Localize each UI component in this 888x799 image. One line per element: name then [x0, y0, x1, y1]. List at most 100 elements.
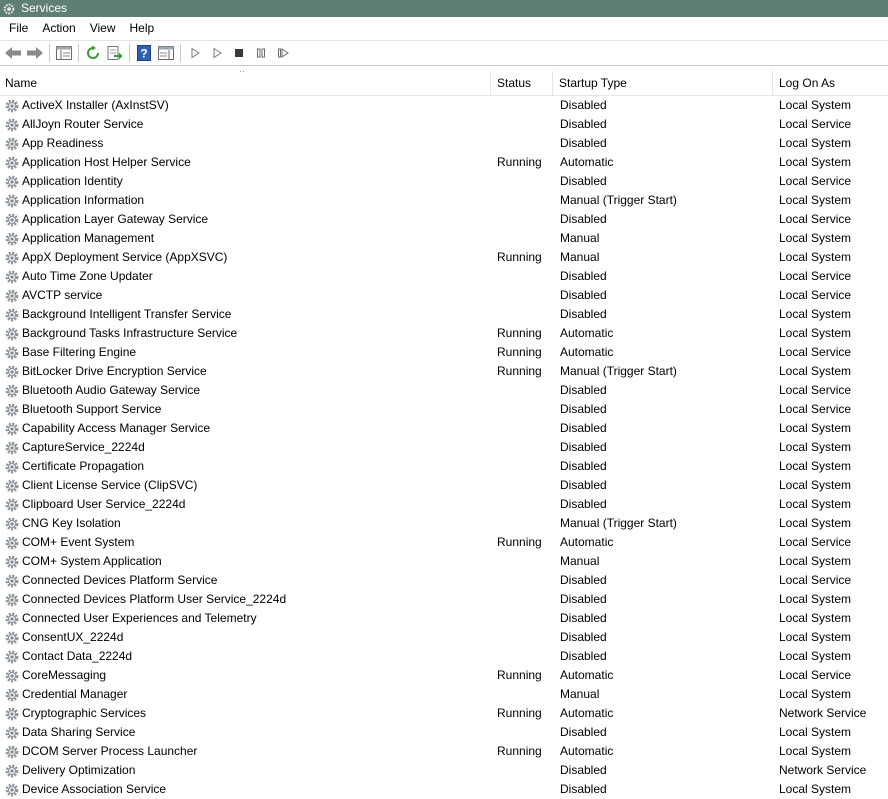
menu-file[interactable]: File — [2, 17, 35, 40]
service-log-on-as: Local System — [779, 155, 852, 169]
column-header-log-on-as[interactable]: Log On As — [774, 71, 888, 96]
table-row[interactable]: Contact Data_2224d Disabled Local System — [0, 647, 888, 666]
table-row[interactable]: CNG Key Isolation Manual (Trigger Start) L… — [0, 514, 888, 533]
table-row[interactable]: Cryptographic Services Running Automatic Ne… — [0, 704, 888, 723]
table-row[interactable]: AppX Deployment Service (AppXSVC) Running… — [0, 248, 888, 267]
service-startup-type: Disabled — [560, 288, 607, 302]
table-row[interactable]: Credential Manager Manual Local System — [0, 685, 888, 704]
table-row[interactable]: Connected Devices Platform Service Disabl… — [0, 571, 888, 590]
table-row[interactable]: COM+ Event System Running Automatic Local S… — [0, 533, 888, 552]
service-status — [497, 609, 553, 628]
forward-button[interactable] — [24, 43, 46, 63]
service-status: Running — [497, 155, 542, 169]
service-name-cell: CNG Key Isolation — [4, 514, 490, 533]
table-row[interactable]: ConsentUX_2224d Disabled Local System — [0, 628, 888, 647]
services-list[interactable]: Name ^ Status Startup Type Log On As Act… — [0, 71, 888, 799]
table-row[interactable]: Background Tasks Infrastructure Service R… — [0, 324, 888, 343]
export-list-button[interactable] — [104, 43, 126, 63]
service-name: Base Filtering Engine — [22, 345, 137, 359]
service-name-cell: Application Host Helper Service — [4, 153, 490, 172]
service-status — [497, 647, 553, 666]
table-row[interactable]: Application Layer Gateway Service Disable… — [0, 210, 888, 229]
service-log-on-as: Local System — [779, 782, 852, 796]
table-row[interactable]: Certificate Propagation Disabled Local Sys… — [0, 457, 888, 476]
table-row[interactable]: Bluetooth Audio Gateway Service Disabled L… — [0, 381, 888, 400]
service-log-on-as: Local System — [779, 478, 852, 492]
service-startup-type: Disabled — [560, 136, 607, 150]
table-row[interactable]: CaptureService_2224d Disabled Local System — [0, 438, 888, 457]
table-row[interactable]: DCOM Server Process Launcher Running Autom… — [0, 742, 888, 761]
service-status: Running — [497, 250, 542, 264]
service-startup-type: Disabled — [560, 763, 607, 777]
start-service-button[interactable] — [184, 43, 206, 63]
show-hide-console-tree-button[interactable] — [53, 43, 75, 63]
table-row[interactable]: BitLocker Drive Encryption Service Runnin… — [0, 362, 888, 381]
service-name-cell: Bluetooth Support Service — [4, 400, 490, 419]
column-header-startup-label: Startup Type — [559, 76, 627, 90]
service-log-on-as: Network Service — [779, 706, 867, 720]
help-button[interactable]: ? — [133, 43, 155, 63]
table-row[interactable]: Auto Time Zone Updater Disabled Local Serv… — [0, 267, 888, 286]
service-name-cell: CoreMessaging — [4, 666, 490, 685]
table-row[interactable]: Application Information Manual (Trigger S… — [0, 191, 888, 210]
service-status — [497, 229, 553, 248]
table-row[interactable]: Background Intelligent Transfer Service D… — [0, 305, 888, 324]
service-name: CaptureService_2224d — [22, 440, 145, 454]
table-row[interactable]: Client License Service (ClipSVC) Disabled… — [0, 476, 888, 495]
service-gear-icon — [5, 479, 19, 492]
table-row[interactable]: Capability Access Manager Service Disable… — [0, 419, 888, 438]
service-startup-type: Disabled — [560, 630, 607, 644]
table-row[interactable]: App Readiness Disabled Local System — [0, 134, 888, 153]
service-log-on-as: Local System — [779, 592, 852, 606]
table-row[interactable]: Application Management Manual Local System — [0, 229, 888, 248]
table-row[interactable]: Delivery Optimization Disabled Network Ser… — [0, 761, 888, 780]
table-row[interactable]: ActiveX Installer (AxInstSV) Disabled Loca… — [0, 96, 888, 115]
service-log-on-as: Local System — [779, 250, 852, 264]
service-startup-type: Disabled — [560, 98, 607, 112]
menu-action[interactable]: Action — [35, 17, 82, 40]
service-startup-type: Manual (Trigger Start) — [560, 193, 677, 207]
service-name: Connected User Experiences and Telemetry — [22, 611, 257, 625]
service-name: ActiveX Installer (AxInstSV) — [22, 98, 169, 112]
table-row[interactable]: Connected User Experiences and Telemetry… — [0, 609, 888, 628]
pause-service-button[interactable] — [250, 43, 272, 63]
table-row[interactable]: Data Sharing Service Disabled Local System — [0, 723, 888, 742]
column-header-status[interactable]: Status — [492, 71, 553, 96]
table-row[interactable]: CoreMessaging Running Automatic Local Servi… — [0, 666, 888, 685]
toolbar-separator — [78, 44, 79, 62]
start-service-alt-button[interactable] — [206, 43, 228, 63]
service-gear-icon — [5, 156, 19, 169]
service-log-on-as: Local System — [779, 231, 852, 245]
restart-service-button[interactable] — [272, 43, 294, 63]
table-row[interactable]: AllJoyn Router Service Disabled Local Serv… — [0, 115, 888, 134]
table-row[interactable]: AVCTP service Disabled Local Service — [0, 286, 888, 305]
table-row[interactable]: Device Association Service Disabled Local … — [0, 780, 888, 799]
table-row[interactable]: Connected Devices Platform User Service_… — [0, 590, 888, 609]
table-row[interactable]: Base Filtering Engine Running Automatic Loc… — [0, 343, 888, 362]
show-hide-action-pane-button[interactable] — [155, 43, 177, 63]
menu-help[interactable]: Help — [123, 17, 162, 40]
service-log-on-as: Local System — [779, 326, 852, 340]
back-button[interactable] — [2, 43, 24, 63]
table-row[interactable]: Bluetooth Support Service Disabled Local S… — [0, 400, 888, 419]
play-outline-icon — [213, 47, 222, 59]
column-header-name[interactable]: Name ^ — [0, 71, 491, 96]
service-name-cell: Contact Data_2224d — [4, 647, 490, 666]
table-row[interactable]: Application Identity Disabled Local Servic… — [0, 172, 888, 191]
service-status — [497, 286, 553, 305]
service-gear-icon — [5, 726, 19, 739]
service-name-cell: Application Management — [4, 229, 490, 248]
service-gear-icon — [5, 764, 19, 777]
service-log-on-as: Local System — [779, 725, 852, 739]
service-name: AVCTP service — [22, 288, 103, 302]
menu-view[interactable]: View — [83, 17, 123, 40]
column-header-startup-type[interactable]: Startup Type — [554, 71, 773, 96]
service-log-on-as: Local Service — [779, 383, 852, 397]
table-row[interactable]: COM+ System Application Manual Local Syste… — [0, 552, 888, 571]
stop-service-button[interactable] — [228, 43, 250, 63]
table-row[interactable]: Clipboard User Service_2224d Disabled Loca… — [0, 495, 888, 514]
refresh-button[interactable] — [82, 43, 104, 63]
table-row[interactable]: Application Host Helper Service Running Au… — [0, 153, 888, 172]
service-gear-icon — [5, 99, 19, 112]
service-gear-icon — [5, 365, 19, 378]
